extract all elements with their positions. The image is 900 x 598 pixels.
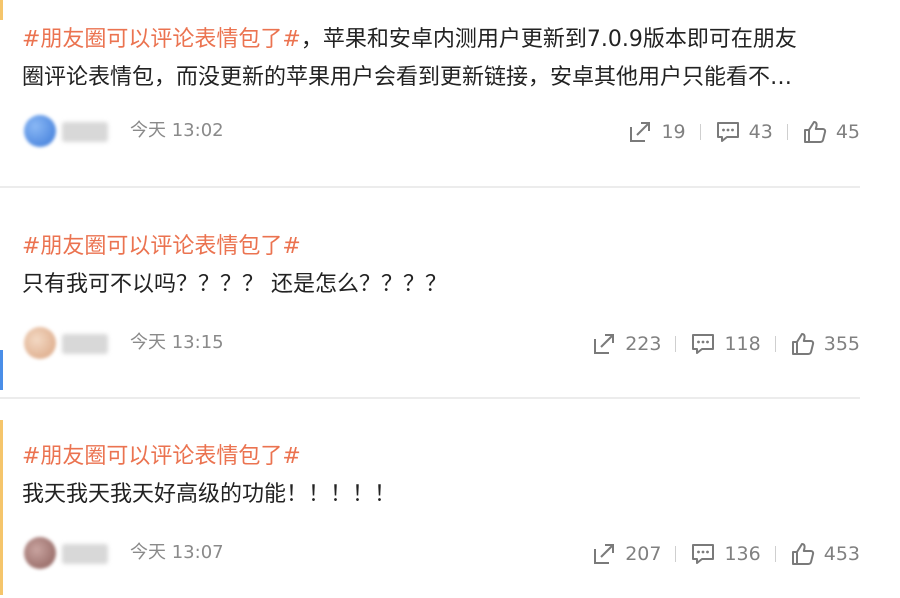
comment-count: 43 [748,121,773,143]
repost-button[interactable]: 223 [591,331,661,357]
post-text: #朋友圈可以评论表情包了#，苹果和安卓内测用户更新到7.0.9版本即可在朋友 圈… [22,21,860,97]
separator [699,124,701,140]
topic-link[interactable]: #朋友圈可以评论表情包了# [22,444,301,469]
separator [774,546,776,562]
comment-count: 136 [724,543,761,565]
post-time: 今天 13:15 [130,332,224,353]
share-arrow-icon [594,334,615,354]
repost-count: 19 [661,121,686,143]
action-bar: 19 43 45 [627,118,860,146]
like-count: 45 [835,121,860,143]
repost-count: 223 [625,333,662,355]
comment-button[interactable]: 136 [690,541,761,567]
feed-post: #朋友圈可以评论表情包了# 我天我天我天好高级的功能！！！！！ 今天 13:07… [0,400,860,598]
post-meta: 今天 13:15 223 118 355 [22,327,860,361]
post-text-line2: 圈评论表情包，而没更新的苹果用户会看到更新链接，安卓其他用户只能看不… [22,65,793,90]
thumbs-up-icon [791,543,814,565]
comment-bubble-icon [716,122,739,142]
thumbs-up-icon [791,333,814,355]
post-divider [0,397,860,399]
left-accent-bar [0,350,3,390]
avatar[interactable] [24,327,56,359]
like-button[interactable]: 45 [802,119,860,145]
repost-button[interactable]: 19 [627,119,686,145]
comment-button[interactable]: 43 [715,119,773,145]
nickname-blurred[interactable] [62,544,108,564]
feed-post: #朋友圈可以评论表情包了# 只有我可不以吗？？？？ 还是怎么？？？？ 今天 13… [0,190,860,398]
feed-post: #朋友圈可以评论表情包了#，苹果和安卓内测用户更新到7.0.9版本即可在朋友 圈… [0,0,860,188]
share-arrow-icon [594,544,615,564]
post-text: #朋友圈可以评论表情包了# 只有我可不以吗？？？？ 还是怎么？？？？ [22,228,860,304]
post-meta: 今天 13:07 207 136 453 [22,537,860,571]
repost-count: 207 [625,543,662,565]
separator [774,336,776,352]
left-accent-bar [0,0,3,20]
post-meta: 今天 13:02 19 43 45 [22,115,860,149]
like-count: 355 [823,333,860,355]
topic-link[interactable]: #朋友圈可以评论表情包了# [22,234,301,259]
post-time: 今天 13:02 [130,120,224,141]
thumbs-up-icon [803,121,826,143]
separator [675,336,677,352]
post-text: #朋友圈可以评论表情包了# 我天我天我天好高级的功能！！！！！ [22,438,860,514]
avatar[interactable] [24,537,56,569]
like-button[interactable]: 453 [790,541,860,567]
comment-count: 118 [724,333,761,355]
post-time: 今天 13:07 [130,542,224,563]
share-arrow-icon [630,122,651,142]
comment-bubble-icon [692,334,715,354]
left-accent-bar [0,420,3,595]
like-count: 453 [823,543,860,565]
comment-bubble-icon [692,544,715,564]
separator [786,124,788,140]
action-bar: 223 118 355 [591,330,860,358]
post-text-body: 只有我可不以吗？？？？ 还是怎么？？？？ [22,272,447,297]
repost-button[interactable]: 207 [591,541,661,567]
comment-button[interactable]: 118 [690,331,761,357]
action-bar: 207 136 453 [591,540,860,568]
post-text-line1: ，苹果和安卓内测用户更新到7.0.9版本即可在朋友 [300,27,797,52]
post-divider [0,186,860,188]
nickname-blurred[interactable] [62,122,108,142]
nickname-blurred[interactable] [62,334,108,354]
avatar[interactable] [24,115,56,147]
like-button[interactable]: 355 [790,331,860,357]
separator [675,546,677,562]
topic-link[interactable]: #朋友圈可以评论表情包了# [22,27,301,52]
post-text-body: 我天我天我天好高级的功能！！！！！ [22,482,397,507]
